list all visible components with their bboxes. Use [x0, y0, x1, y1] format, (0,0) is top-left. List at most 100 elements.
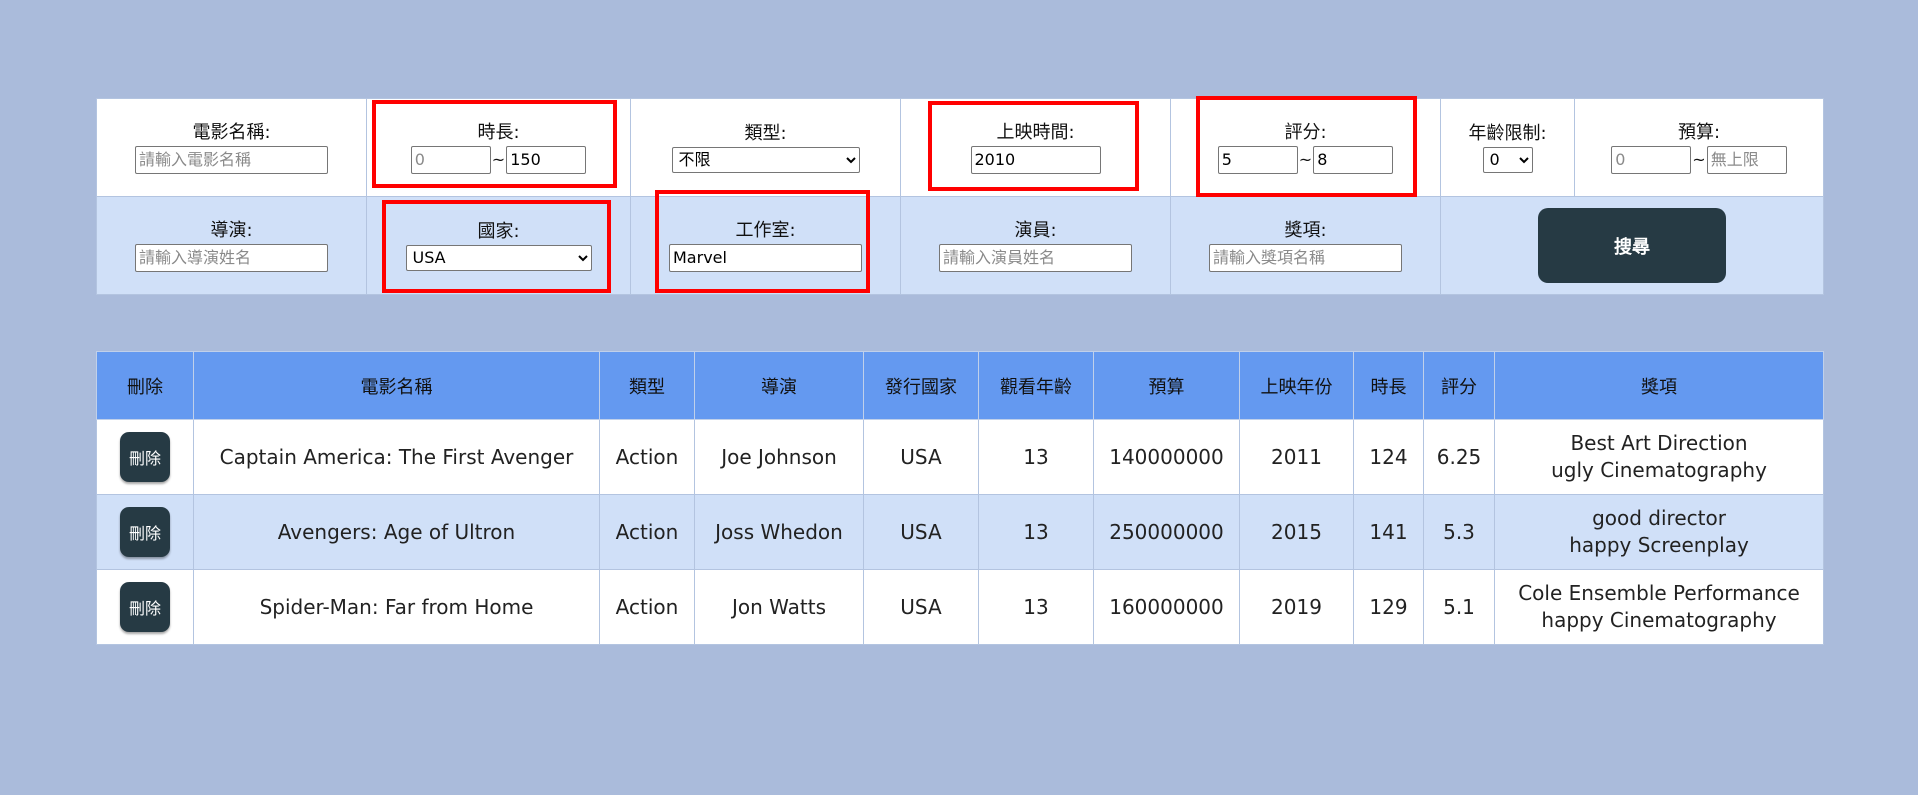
filter-rating-label: 評分: [1284, 121, 1327, 143]
cell-budget: 140000000 [1093, 419, 1240, 495]
award-input[interactable] [1209, 243, 1402, 272]
filter-release-cell: 上映時間: [900, 98, 1171, 197]
cell-director: Jon Watts [694, 569, 864, 645]
filter-genre-cell: 類型: 不限 [630, 98, 901, 197]
search-button[interactable]: 搜尋 [1538, 208, 1726, 283]
award-item: Best Art Direction [1570, 431, 1748, 455]
cell-director: Joe Johnson [694, 419, 864, 495]
header-rating: 評分 [1423, 351, 1495, 420]
cell-duration: 141 [1353, 494, 1424, 570]
filter-duration-cell: 時長: ~ [366, 98, 631, 197]
table-row: 刪除 Spider-Man: Far from Home Action Jon … [96, 569, 1824, 645]
delete-cell: 刪除 [96, 419, 194, 495]
cell-country: USA [863, 419, 979, 495]
filter-country-cell: 國家: USA [366, 196, 631, 295]
award-item: happy Cinematography [1541, 608, 1777, 632]
filter-budget-cell: 預算: ~ [1574, 98, 1824, 197]
filter-award-label: 獎項: [1284, 219, 1327, 241]
filter-name-cell: 電影名稱: [96, 98, 367, 197]
age-limit-select[interactable]: 0 [1482, 146, 1533, 173]
cell-duration: 124 [1353, 419, 1424, 495]
header-year: 上映年份 [1239, 351, 1354, 420]
duration-max-input[interactable] [506, 145, 587, 174]
cell-year: 2011 [1239, 419, 1354, 495]
filter-age-label: 年齡限制: [1468, 122, 1547, 144]
award-item: good director [1592, 506, 1726, 530]
filter-actor-cell: 演員: [900, 196, 1171, 295]
table-row: 刪除 Captain America: The First Avenger Ac… [96, 419, 1824, 495]
filter-actor-label: 演員: [1014, 219, 1057, 241]
header-duration: 時長 [1353, 351, 1424, 420]
cell-year: 2019 [1239, 569, 1354, 645]
delete-cell: 刪除 [96, 569, 194, 645]
delete-button[interactable]: 刪除 [120, 432, 170, 482]
duration-min-input[interactable] [410, 145, 491, 174]
genre-select[interactable]: 不限 [671, 146, 860, 173]
header-delete: 刪除 [96, 351, 194, 420]
cell-awards: Cole Ensemble Performance happy Cinemato… [1494, 569, 1824, 645]
delete-button[interactable]: 刪除 [120, 507, 170, 557]
filter-director-label: 導演: [210, 219, 253, 241]
filter-release-label: 上映時間: [996, 121, 1075, 143]
cell-rating: 5.1 [1423, 569, 1495, 645]
award-item: Cole Ensemble Performance [1518, 581, 1800, 605]
filter-award-cell: 獎項: [1170, 196, 1441, 295]
director-input[interactable] [135, 243, 328, 272]
delete-cell: 刪除 [96, 494, 194, 570]
cell-age: 13 [978, 419, 1094, 495]
cell-rating: 6.25 [1423, 419, 1495, 495]
rating-min-input[interactable] [1217, 145, 1298, 174]
cell-genre: Action [599, 494, 695, 570]
table-row: 刪除 Avengers: Age of Ultron Action Joss W… [96, 494, 1824, 570]
budget-max-input[interactable] [1706, 145, 1787, 174]
actor-input[interactable] [939, 243, 1132, 272]
cell-age: 13 [978, 494, 1094, 570]
header-age: 觀看年齡 [978, 351, 1094, 420]
delete-button[interactable]: 刪除 [120, 582, 170, 632]
cell-budget: 250000000 [1093, 494, 1240, 570]
cell-title: Avengers: Age of Ultron [193, 494, 600, 570]
filter-age-cell: 年齡限制: 0 [1440, 98, 1575, 197]
cell-budget: 160000000 [1093, 569, 1240, 645]
budget-separator: ~ [1692, 150, 1706, 169]
duration-separator: ~ [491, 150, 506, 169]
release-year-input[interactable] [970, 145, 1101, 174]
header-director: 導演 [694, 351, 864, 420]
cell-age: 13 [978, 569, 1094, 645]
results-table: 刪除 電影名稱 類型 導演 發行國家 觀看年齡 預算 上映年份 時長 評分 獎項… [96, 351, 1824, 645]
header-title: 電影名稱 [193, 351, 600, 420]
filter-genre-label: 類型: [744, 122, 787, 144]
award-item: happy Screenplay [1569, 533, 1749, 557]
award-item: ugly Cinematography [1551, 458, 1767, 482]
budget-min-input[interactable] [1611, 145, 1692, 174]
cell-country: USA [863, 569, 979, 645]
rating-max-input[interactable] [1313, 145, 1394, 174]
cell-awards: Best Art Direction ugly Cinematography [1494, 419, 1824, 495]
header-genre: 類型 [599, 351, 695, 420]
cell-country: USA [863, 494, 979, 570]
results-header-row: 刪除 電影名稱 類型 導演 發行國家 觀看年齡 預算 上映年份 時長 評分 獎項 [96, 351, 1824, 420]
cell-title: Spider-Man: Far from Home [193, 569, 600, 645]
cell-genre: Action [599, 569, 695, 645]
cell-title: Captain America: The First Avenger [193, 419, 600, 495]
search-button-cell: 搜尋 [1440, 196, 1824, 295]
header-awards: 獎項 [1494, 351, 1824, 420]
studio-input[interactable] [669, 243, 862, 272]
filter-director-cell: 導演: [96, 196, 367, 295]
rating-separator: ~ [1298, 150, 1313, 169]
search-filter-panel: 電影名稱: 時長: ~ 類型: 不限 上映時間: 評分: ~ 年齡限制: 0 [96, 98, 1824, 295]
cell-genre: Action [599, 419, 695, 495]
filter-budget-label: 預算: [1677, 121, 1721, 143]
filter-studio-label: 工作室: [735, 219, 796, 241]
filter-duration-label: 時長: [477, 121, 520, 143]
country-select[interactable]: USA [405, 244, 592, 271]
cell-duration: 129 [1353, 569, 1424, 645]
cell-director: Joss Whedon [694, 494, 864, 570]
header-budget: 預算 [1093, 351, 1240, 420]
movie-name-input[interactable] [135, 145, 328, 174]
cell-year: 2015 [1239, 494, 1354, 570]
header-country: 發行國家 [863, 351, 979, 420]
cell-awards: good director happy Screenplay [1494, 494, 1824, 570]
filter-studio-cell: 工作室: [630, 196, 901, 295]
filter-name-label: 電影名稱: [192, 121, 271, 143]
